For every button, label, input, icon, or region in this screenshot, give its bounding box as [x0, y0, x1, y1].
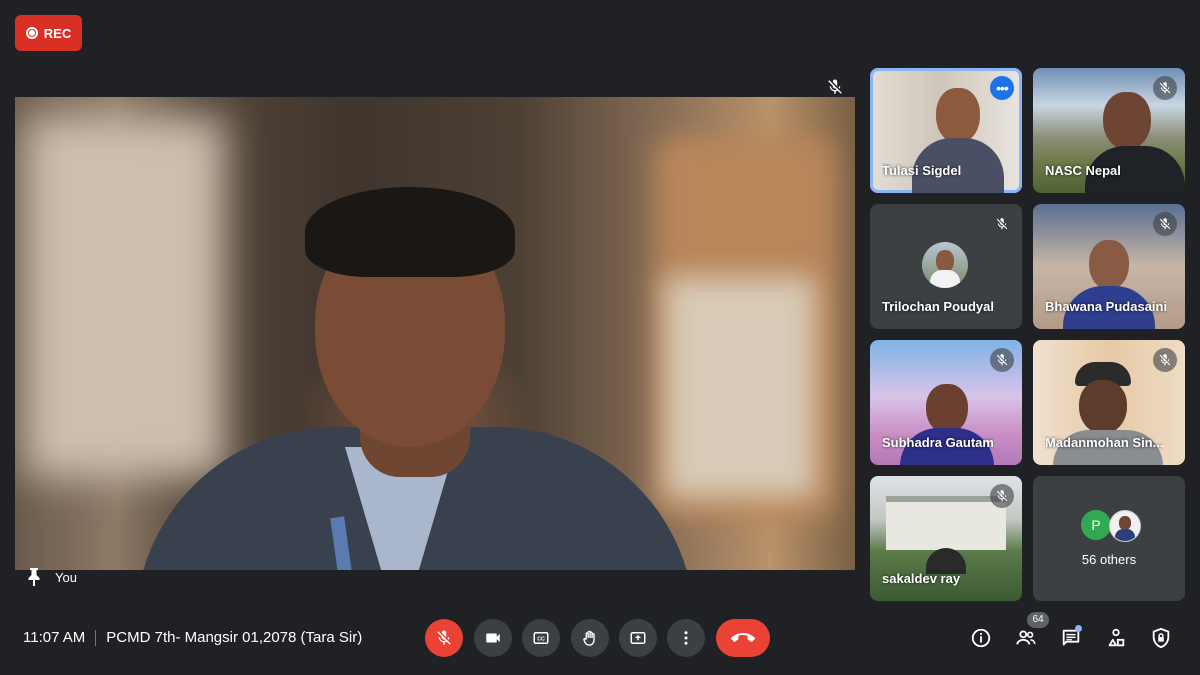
- participant-tile[interactable]: Bhawana Pudasaini: [1033, 204, 1185, 329]
- participant-face: [1089, 240, 1129, 290]
- participant-face: [1079, 380, 1127, 434]
- present-button[interactable]: [619, 619, 657, 657]
- participant-tile[interactable]: ••• Tulasi Sigdel: [870, 68, 1022, 193]
- participant-name: sakaldev ray: [882, 571, 961, 586]
- participant-tile[interactable]: NASC Nepal: [1033, 68, 1185, 193]
- present-screen-icon: [630, 632, 646, 644]
- participant-tile[interactable]: Trilochan Poudyal: [870, 204, 1022, 329]
- participant-name: Madanmohan Sin...: [1045, 435, 1164, 450]
- participant-avatar: [922, 242, 968, 288]
- mic-off-indicator: [990, 212, 1014, 236]
- others-avatar-photo: [1109, 510, 1141, 542]
- background-window: [25, 117, 225, 477]
- participant-face: [1103, 92, 1151, 150]
- captions-button[interactable]: CC: [522, 619, 560, 657]
- self-name: You: [55, 569, 77, 585]
- mic-off-icon: [437, 630, 451, 645]
- meeting-title: PCMD 7th- Mangsir 01,2078 (Tara Sir): [106, 629, 363, 646]
- people-count-badge: 64: [1027, 612, 1049, 628]
- host-controls-button[interactable]: [1149, 626, 1173, 650]
- participant-face: [926, 384, 968, 434]
- self-label: You: [27, 568, 77, 586]
- more-options-icon[interactable]: •••: [990, 76, 1014, 100]
- mic-off-icon: [1159, 82, 1171, 94]
- shield-lock-icon: [1152, 627, 1170, 649]
- main-video-feed[interactable]: [15, 97, 855, 570]
- activities-icon: [1108, 628, 1125, 647]
- mic-off-icon: [996, 218, 1008, 230]
- background-poster: [665, 277, 815, 497]
- meeting-info-button[interactable]: [969, 626, 993, 650]
- others-label: 56 others: [1081, 552, 1137, 567]
- recording-indicator[interactable]: REC: [15, 15, 82, 51]
- participant-tile[interactable]: Subhadra Gautam: [870, 340, 1022, 465]
- more-options-button[interactable]: [667, 619, 705, 657]
- mic-off-indicator: [1153, 76, 1177, 100]
- recording-label: REC: [43, 25, 72, 41]
- info-icon: [971, 628, 991, 648]
- mic-off-indicator: [990, 484, 1014, 508]
- participant-tile[interactable]: Madanmohan Sin...: [1033, 340, 1185, 465]
- raise-hand-button[interactable]: [571, 619, 609, 657]
- mic-off-icon: [996, 490, 1008, 502]
- hang-up-icon: [731, 633, 755, 642]
- people-icon: [1016, 630, 1036, 645]
- participant-name: Bhawana Pudasaini: [1045, 299, 1168, 314]
- mic-off-icon: [1159, 354, 1171, 366]
- palace-building: [886, 496, 1006, 550]
- participant-tile[interactable]: sakaldev ray: [870, 476, 1022, 601]
- participant-name: Trilochan Poudyal: [882, 299, 994, 314]
- svg-text:CC: CC: [537, 637, 545, 643]
- participant-face: [936, 88, 980, 144]
- speaker-hair: [305, 187, 515, 277]
- activities-button[interactable]: [1104, 626, 1128, 650]
- participant-name: Subhadra Gautam: [882, 435, 994, 450]
- mic-off-icon: [1159, 218, 1171, 230]
- mic-off-icon: [996, 354, 1008, 366]
- mic-off-indicator: [990, 348, 1014, 372]
- more-vert-icon: [684, 631, 688, 645]
- camera-icon: [486, 633, 500, 643]
- hand-icon: [583, 630, 595, 646]
- divider: [95, 629, 97, 646]
- microphone-button[interactable]: [425, 619, 463, 657]
- participant-name: NASC Nepal: [1045, 163, 1121, 178]
- people-button[interactable]: [1014, 626, 1038, 650]
- meeting-details: 11:07 AM PCMD 7th- Mangsir 01,2078 (Tara…: [23, 629, 362, 646]
- camera-button[interactable]: [474, 619, 512, 657]
- mic-off-indicator: [1153, 348, 1177, 372]
- mic-off-icon: [828, 79, 842, 94]
- others-tile[interactable]: P 56 others: [1033, 476, 1185, 601]
- leave-call-button[interactable]: [716, 619, 770, 657]
- record-icon: [25, 27, 38, 39]
- others-avatar: P: [1081, 510, 1111, 540]
- participant-name: Tulasi Sigdel: [882, 163, 962, 178]
- mic-off-indicator: [1153, 212, 1177, 236]
- clock: 11:07 AM: [23, 629, 86, 646]
- captions-icon: CC: [533, 632, 549, 644]
- unread-chat-indicator: [1075, 625, 1082, 632]
- pin-icon[interactable]: [27, 568, 41, 586]
